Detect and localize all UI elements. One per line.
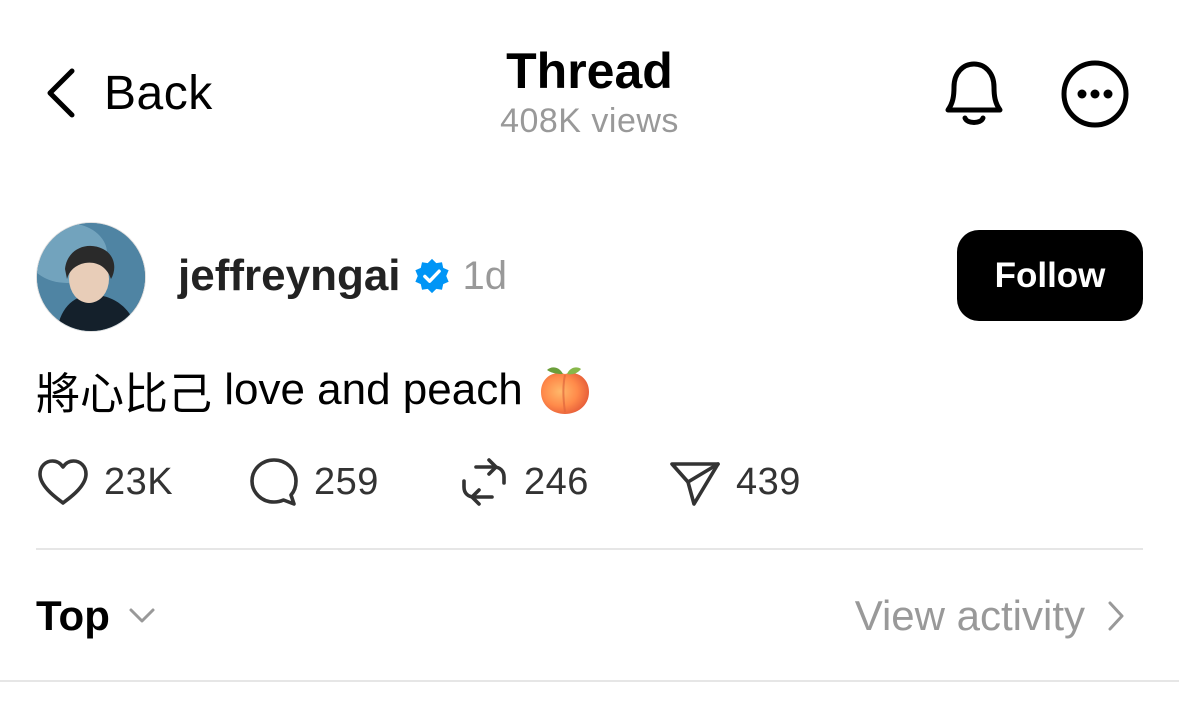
share-button[interactable]: 439 (668, 452, 801, 512)
repost-icon (462, 458, 506, 506)
like-button[interactable]: 23K (36, 452, 173, 512)
avatar[interactable] (36, 222, 146, 332)
view-activity-label: View activity (854, 592, 1085, 639)
reply-count: 259 (314, 460, 379, 503)
notifications-button[interactable] (938, 56, 1010, 132)
repost-button[interactable]: 246 (458, 452, 589, 512)
avatar-image (37, 223, 145, 331)
post-text-cjk: 將心比己 (36, 369, 212, 420)
view-activity-link[interactable]: View activity (855, 588, 1125, 644)
sort-dropdown[interactable]: Top (36, 588, 156, 644)
post-divider (36, 548, 1143, 550)
like-count: 23K (104, 460, 174, 503)
share-count: 439 (736, 460, 801, 503)
sort-label: Top (36, 592, 110, 639)
follow-button[interactable]: Follow (957, 230, 1143, 321)
repost-count: 246 (524, 460, 589, 503)
post-time: 1d (462, 253, 508, 298)
post-text: 將心比己 love and peach (36, 360, 593, 420)
chevron-down-icon (129, 608, 155, 623)
post-text-latin: love and peach (212, 365, 523, 414)
peach-emoji-icon (540, 367, 589, 414)
more-options-button[interactable] (1059, 58, 1131, 130)
chevron-right-icon (1108, 601, 1124, 631)
share-icon (670, 462, 720, 506)
author-row: jeffreyngai 1d (178, 248, 507, 304)
more-icon (1061, 60, 1129, 128)
username[interactable]: jeffreyngai (178, 251, 401, 301)
verified-badge-icon (414, 258, 449, 294)
bell-icon (945, 61, 1003, 125)
section-divider (0, 680, 1179, 682)
comment-icon (250, 458, 298, 506)
heart-icon (38, 459, 88, 505)
reply-button[interactable]: 259 (248, 452, 379, 512)
